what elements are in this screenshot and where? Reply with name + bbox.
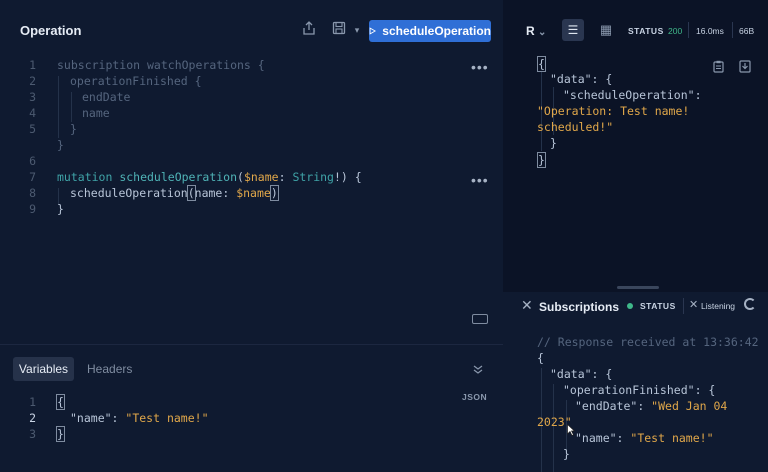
- code-line: }: [57, 202, 64, 216]
- tab-variables[interactable]: Variables: [13, 357, 74, 381]
- code-line: }: [563, 447, 570, 461]
- code-line: scheduleOperation(name: $name): [70, 185, 279, 201]
- mouse-cursor-icon: [567, 424, 575, 436]
- code-line: "endDate": "Wed Jan 04: [575, 399, 728, 413]
- code-line: "operationFinished": {: [563, 383, 716, 397]
- divider: [688, 22, 689, 38]
- line-number: 3: [29, 427, 36, 441]
- code-line: operationFinished {: [70, 74, 202, 88]
- line-number: 7: [29, 170, 36, 184]
- play-icon: [369, 27, 377, 35]
- more-options-icon[interactable]: •••: [471, 173, 489, 187]
- chevron-down-icon[interactable]: ▾: [348, 21, 366, 39]
- subscriptions-header: ✕ Subscriptions STATUS ✕ Listening: [503, 292, 768, 324]
- keyboard-shortcuts-icon[interactable]: [472, 314, 488, 324]
- indent-guide: [71, 92, 72, 122]
- response-time: 16.0ms: [696, 26, 724, 36]
- line-number: 2: [29, 74, 36, 88]
- subscriptions-log: // Response received at 13:36:42 { "data…: [503, 324, 768, 472]
- collapse-chevron-icon[interactable]: [472, 363, 486, 375]
- divider: [732, 22, 733, 38]
- code-line: endDate: [82, 90, 131, 104]
- save-icon[interactable]: [330, 21, 348, 39]
- code-line: }: [537, 152, 546, 168]
- response-comment: // Response received at 13:36:42: [537, 335, 759, 349]
- code-line: }: [57, 138, 64, 152]
- line-number: 1: [29, 58, 36, 72]
- status-code: 200: [668, 26, 683, 36]
- code-line: subscription watchOperations {: [57, 58, 265, 72]
- status-label: STATUS: [628, 26, 664, 36]
- code-line: }: [70, 122, 77, 136]
- more-options-icon[interactable]: •••: [471, 60, 489, 74]
- code-line: "name": "Test name!": [575, 431, 714, 445]
- operation-title: Operation: [20, 23, 82, 38]
- operation-editor[interactable]: 1 2 3 4 5 6 7 8 9 subscription watchOper…: [0, 56, 503, 216]
- indent-guide: [58, 76, 59, 138]
- subscriptions-title: Subscriptions: [539, 300, 620, 314]
- table-view-icon[interactable]: ▦: [595, 19, 617, 41]
- run-operation-label: scheduleOperation: [382, 24, 491, 38]
- code-line: {: [537, 56, 546, 72]
- line-number: 4: [29, 106, 36, 120]
- line-number: 6: [29, 154, 36, 168]
- variables-editor[interactable]: 1 2 3 { "name": "Test name!" }: [0, 392, 503, 452]
- tab-headers[interactable]: Headers: [87, 357, 132, 381]
- code-line: "name": "Test name!": [70, 411, 209, 425]
- line-number: 8: [29, 186, 36, 200]
- line-number: 5: [29, 122, 36, 136]
- code-line: }: [56, 426, 65, 442]
- listening-label: Listening: [701, 301, 736, 311]
- line-number: 9: [29, 202, 36, 216]
- operation-panel: Operation ▾ scheduleOperation 1 2 3 4 5 …: [0, 0, 503, 472]
- line-number: 1: [29, 395, 36, 409]
- code-line: "data": {: [550, 367, 613, 381]
- code-line: {: [56, 394, 65, 410]
- copy-icon[interactable]: [713, 60, 724, 73]
- lines-view-icon[interactable]: ☰: [562, 19, 584, 41]
- stop-listening-icon[interactable]: ✕: [689, 298, 698, 311]
- code-line: name: [82, 106, 110, 120]
- spinner-icon: [744, 298, 756, 310]
- response-size: 66B: [739, 26, 755, 36]
- status-dot-icon: [627, 303, 633, 309]
- code-line: "data": {: [550, 72, 613, 86]
- response-panel: R ⌄ ☰ ▦ STATUS 200 16.0ms 66B { "data": …: [503, 0, 768, 472]
- response-viewer: { "data": { "scheduleOperation": "Operat…: [503, 55, 768, 175]
- code-line: mutation scheduleOperation($name: String…: [57, 170, 362, 184]
- line-number: 2: [29, 411, 36, 425]
- response-selector[interactable]: R ⌄: [526, 24, 546, 38]
- code-line: "scheduleOperation":: [563, 88, 702, 102]
- code-line: }: [550, 136, 557, 150]
- code-line: {: [537, 351, 544, 365]
- line-number: 3: [29, 90, 36, 104]
- resize-handle[interactable]: [617, 286, 659, 289]
- response-toolbar: R ⌄ ☰ ▦ STATUS 200 16.0ms 66B: [503, 0, 768, 62]
- download-icon[interactable]: [739, 60, 751, 73]
- code-line: "Operation: Test name!: [537, 104, 690, 118]
- subscriptions-status-label: STATUS: [640, 301, 676, 311]
- code-line: scheduled!": [537, 120, 614, 134]
- operation-header: Operation ▾ scheduleOperation: [0, 0, 503, 58]
- run-operation-button[interactable]: scheduleOperation: [369, 20, 491, 42]
- share-icon[interactable]: [300, 21, 318, 39]
- variables-tabbar: Variables Headers: [0, 345, 503, 385]
- divider: [683, 298, 684, 314]
- close-icon[interactable]: ✕: [521, 297, 533, 314]
